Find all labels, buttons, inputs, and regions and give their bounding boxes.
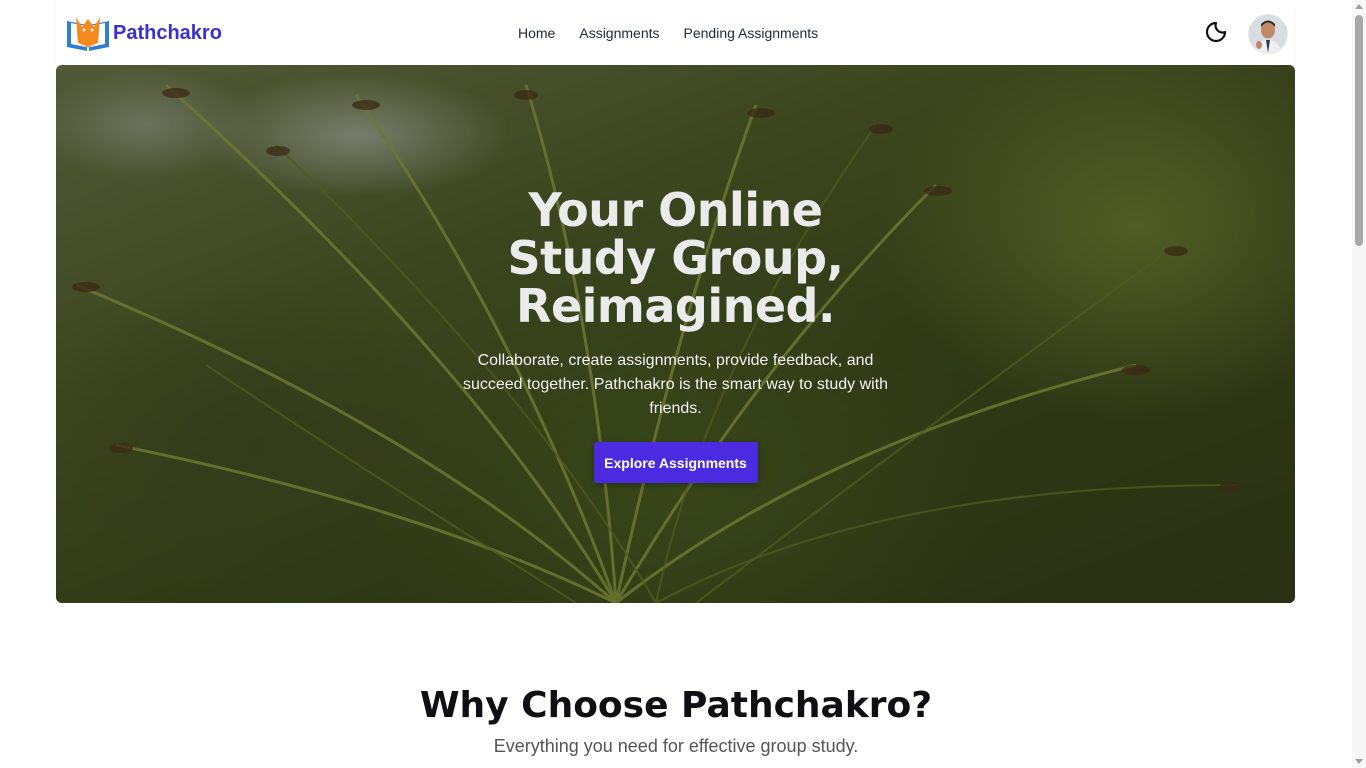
scroll-up-arrow-icon[interactable] bbox=[1355, 4, 1363, 9]
hero-subtitle: Collaborate, create assignments, provide… bbox=[462, 352, 889, 417]
avatar-image bbox=[1249, 15, 1287, 53]
page-scrollbar[interactable] bbox=[1352, 0, 1366, 768]
hero-content: Your Online Study Group, Reimagined. Col… bbox=[56, 65, 1295, 603]
book-logo-icon bbox=[67, 17, 109, 51]
nav-assignments[interactable]: Assignments bbox=[579, 25, 659, 41]
brand[interactable]: Pathchakro bbox=[65, 13, 222, 53]
moon-icon[interactable] bbox=[1204, 20, 1228, 44]
hero-section: Your Online Study Group, Reimagined. Col… bbox=[56, 65, 1295, 603]
features-subtitle: Everything you need for effective group … bbox=[493, 736, 859, 756]
nav-pending-assignments[interactable]: Pending Assignments bbox=[684, 25, 819, 41]
features-title: Why Choose Pathchakro? bbox=[419, 685, 933, 726]
scrollbar-thumb[interactable] bbox=[1355, 15, 1363, 246]
brand-name: Pathchakro bbox=[113, 21, 222, 44]
main-nav: Home Assignments Pending Assignments bbox=[518, 0, 842, 65]
scroll-down-arrow-icon[interactable] bbox=[1355, 759, 1363, 764]
nav-home[interactable]: Home bbox=[518, 25, 555, 41]
explore-assignments-button[interactable]: Explore Assignments bbox=[593, 442, 758, 483]
navbar: Pathchakro Home Assignments Pending Assi… bbox=[56, 0, 1295, 65]
hero-title: Your Online Study Group, Reimagined. bbox=[507, 183, 845, 333]
user-avatar[interactable] bbox=[1248, 14, 1288, 54]
